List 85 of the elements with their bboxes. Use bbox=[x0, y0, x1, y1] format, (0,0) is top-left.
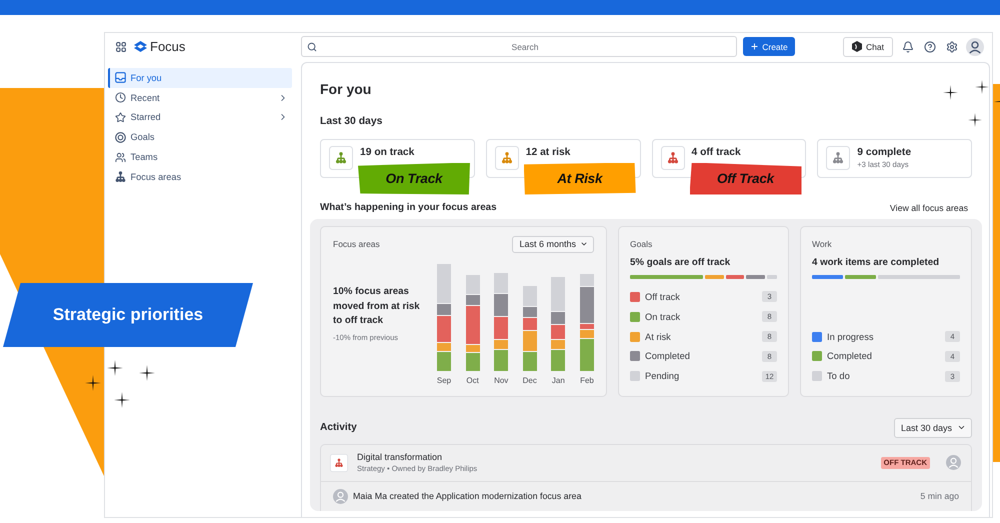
panel-label: Work bbox=[812, 238, 832, 250]
legend-label: Completed bbox=[827, 351, 872, 362]
chevron-down-icon bbox=[957, 423, 966, 432]
sidebar-item[interactable]: For you bbox=[108, 68, 292, 88]
avatar-icon bbox=[333, 488, 348, 504]
panel-headline: 4 work items are completed bbox=[812, 256, 940, 269]
bar-segment bbox=[726, 274, 744, 278]
chart-bar-segment bbox=[522, 352, 537, 371]
avatar-icon bbox=[946, 455, 961, 470]
month-label: Feb bbox=[580, 375, 594, 386]
card-title: 12 at risk bbox=[526, 146, 570, 158]
clock-icon bbox=[115, 92, 126, 104]
month-label: Dec bbox=[522, 375, 537, 386]
help-icon[interactable] bbox=[924, 40, 936, 52]
status-sticker: Off Track bbox=[690, 162, 802, 194]
legend-label: In progress bbox=[827, 332, 874, 342]
card-title: 4 off track bbox=[692, 146, 741, 158]
bar-segment bbox=[767, 274, 778, 278]
chevron-down-icon bbox=[580, 240, 588, 248]
logo-icon bbox=[134, 41, 147, 52]
activity-title: Digital transformation bbox=[357, 451, 442, 463]
sidebar-item[interactable]: Focus areas bbox=[108, 166, 292, 187]
panel-headline: 10% focus areas moved from at risk to off track bbox=[333, 285, 421, 328]
search-field[interactable]: Search bbox=[301, 36, 737, 57]
hexagon-icon bbox=[852, 41, 862, 52]
month-label: Oct bbox=[466, 375, 479, 386]
legend-label: At risk bbox=[645, 332, 671, 342]
panel-label: Focus areas bbox=[333, 238, 380, 250]
bell-icon[interactable] bbox=[902, 40, 914, 52]
activity-time: 5 min ago bbox=[920, 491, 959, 501]
sidebar-item[interactable]: Goals bbox=[108, 127, 292, 148]
legend-label: Off track bbox=[645, 292, 680, 302]
status-sticker: At Risk bbox=[524, 162, 636, 194]
app-name: Focus bbox=[150, 39, 186, 54]
sidebar-item[interactable]: Recent bbox=[108, 88, 292, 108]
status-sticker: On Track bbox=[358, 162, 470, 194]
sparkle-icon bbox=[943, 85, 958, 100]
section-heading: What’s happening in your focus areas bbox=[320, 202, 497, 213]
bar-segment bbox=[746, 274, 766, 278]
activity-heading: Activity bbox=[320, 422, 357, 433]
page-title: For you bbox=[320, 80, 372, 98]
create-button[interactable]: Create bbox=[743, 37, 795, 56]
settings-icon[interactable] bbox=[946, 40, 958, 52]
sparkle-icon bbox=[968, 113, 982, 127]
month-label: Nov bbox=[494, 375, 508, 386]
legend-label: To do bbox=[827, 371, 850, 382]
period-heading: Last 30 days bbox=[320, 115, 382, 128]
sparkle-icon bbox=[139, 365, 155, 381]
bar-segment bbox=[845, 274, 876, 278]
activity-text: Maia Ma created the Application modernization focus area bbox=[353, 491, 582, 501]
range-dropdown[interactable]: Last 30 days bbox=[894, 418, 972, 438]
chart-bar-segment bbox=[494, 273, 508, 293]
sidebar-item[interactable]: Starred bbox=[108, 108, 292, 128]
target-icon bbox=[115, 132, 126, 143]
card-title: 19 on track bbox=[360, 146, 414, 158]
hierarchy-icon bbox=[330, 454, 348, 472]
panel-headline: 5% goals are off track bbox=[630, 256, 730, 269]
bar-segment bbox=[812, 274, 843, 278]
card-title: 9 complete bbox=[857, 146, 912, 158]
star-icon bbox=[115, 112, 126, 123]
people-icon bbox=[115, 152, 126, 163]
search-icon bbox=[307, 42, 317, 52]
range-dropdown[interactable]: Last 6 months bbox=[512, 236, 594, 252]
chart-bar-segment bbox=[494, 294, 508, 316]
dash-icon bbox=[994, 100, 1000, 102]
month-label: Jan bbox=[552, 375, 565, 386]
sparkle-icon bbox=[85, 375, 101, 391]
sidebar-item[interactable]: Teams bbox=[108, 147, 292, 167]
month-label: Sep bbox=[436, 375, 452, 386]
legend-label: Pending bbox=[645, 371, 680, 382]
legend-label: Completed bbox=[645, 351, 690, 362]
chat-button[interactable]: Chat bbox=[843, 36, 893, 56]
panel-label: Goals bbox=[630, 238, 652, 250]
title-banner: Strategic priorities bbox=[3, 283, 253, 347]
plus-icon bbox=[750, 42, 760, 51]
legend-label: On track bbox=[645, 312, 680, 322]
view-all-link[interactable]: View all focus areas bbox=[890, 202, 968, 212]
sparkle-icon bbox=[975, 80, 989, 94]
hierarchy-icon bbox=[115, 171, 126, 182]
avatar-icon[interactable] bbox=[966, 38, 984, 56]
sparkle-icon bbox=[107, 360, 123, 376]
sparkle-icon bbox=[114, 392, 130, 408]
bar-segment bbox=[704, 274, 724, 278]
grid-icon[interactable] bbox=[116, 42, 126, 52]
tray-icon bbox=[115, 72, 126, 84]
